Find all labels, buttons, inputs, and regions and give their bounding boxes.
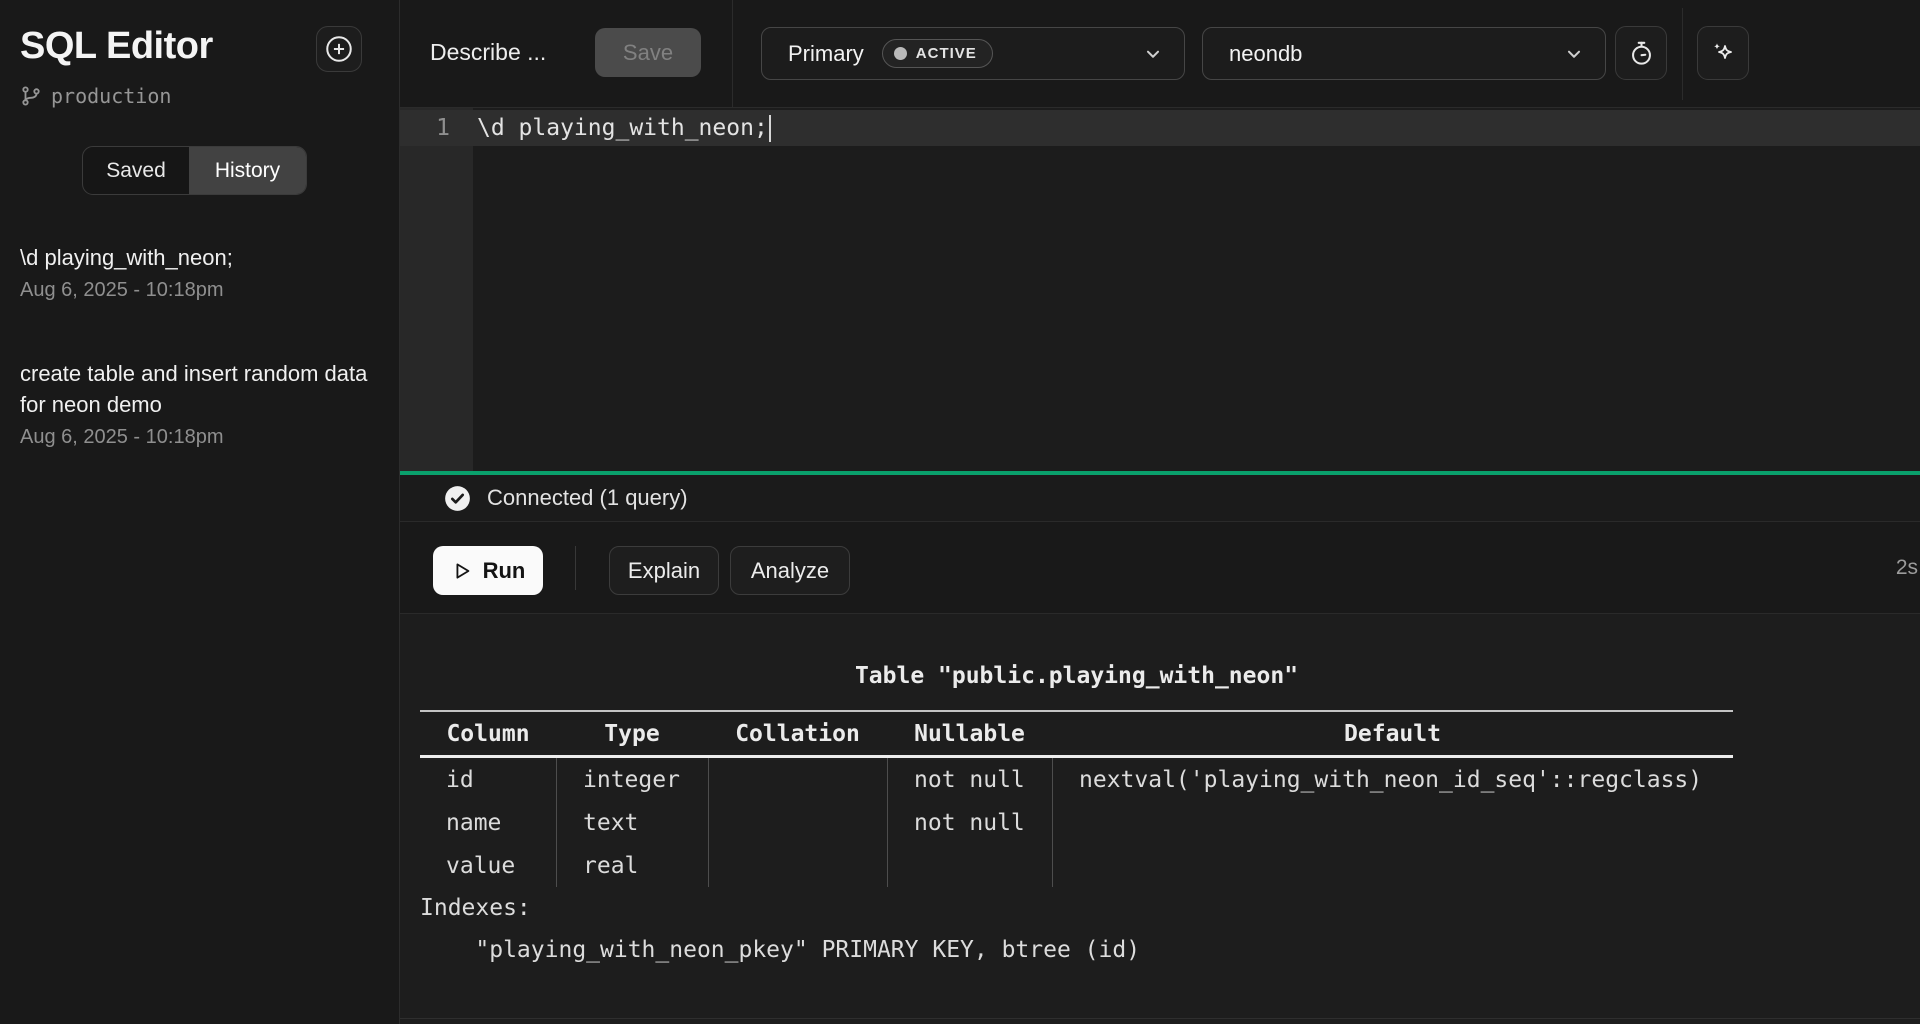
topbar-divider <box>1682 8 1683 100</box>
result-table-header: Column Type Collation Nullable Default <box>420 712 1733 755</box>
play-icon <box>451 560 473 582</box>
column-header: Collation <box>708 721 887 747</box>
history-item-title: create table and insert random data for … <box>20 358 379 420</box>
branch-selector-value: Primary <box>788 41 864 67</box>
table-cell: value <box>420 844 556 887</box>
branch-status-badge: ACTIVE <box>882 39 993 68</box>
new-query-button[interactable] <box>316 26 362 72</box>
history-list: \d playing_with_neon; Aug 6, 2025 - 10:1… <box>20 242 379 449</box>
table-cell <box>1052 844 1733 887</box>
query-toolbar: Run Explain Analyze 2s <box>400 522 1920 614</box>
page-title: SQL Editor <box>20 24 213 68</box>
query-tab-title: Describe ... <box>430 39 546 66</box>
sidebar: SQL Editor production Saved History \d p… <box>0 0 400 1024</box>
query-history-button[interactable] <box>1615 26 1667 80</box>
explain-button[interactable]: Explain <box>609 546 719 595</box>
table-cell: not null <box>887 801 1052 844</box>
line-number: 1 <box>400 115 473 141</box>
database-selector[interactable]: neondb <box>1202 27 1606 80</box>
code-line[interactable]: 1 \d playing_with_neon; <box>400 110 1920 146</box>
history-item-timestamp: Aug 6, 2025 - 10:18pm <box>20 426 379 449</box>
git-branch-icon <box>20 85 42 107</box>
save-button[interactable]: Save <box>595 28 701 77</box>
table-cell: real <box>556 844 708 887</box>
column-header: Nullable <box>887 721 1052 747</box>
code-text: \d playing_with_neon; <box>473 115 768 141</box>
chevron-down-icon <box>1142 43 1164 65</box>
column-header: Default <box>1052 721 1733 747</box>
table-cell: name <box>420 801 556 844</box>
connection-status-text: Connected (1 query) <box>487 485 688 511</box>
result-table-body: id integer not null nextval('playing_wit… <box>420 758 1733 887</box>
table-cell <box>708 758 887 801</box>
run-button[interactable]: Run <box>433 546 543 595</box>
topbar-divider <box>732 0 733 108</box>
query-duration: 2s <box>1896 556 1918 580</box>
sidebar-header: SQL Editor <box>20 24 379 72</box>
run-button-label: Run <box>483 558 526 584</box>
main-panel: Describe ... Save Primary ACTIVE neondb <box>400 0 1920 1024</box>
tab-history[interactable]: History <box>189 147 306 194</box>
column-header: Column <box>420 721 556 747</box>
analyze-button[interactable]: Analyze <box>730 546 850 595</box>
editor-topbar: Describe ... Save Primary ACTIVE neondb <box>400 0 1920 108</box>
history-item-title: \d playing_with_neon; <box>20 242 379 273</box>
table-cell: text <box>556 801 708 844</box>
chevron-down-icon <box>1563 43 1585 65</box>
tab-saved[interactable]: Saved <box>83 147 189 194</box>
line-number-gutter <box>400 108 473 471</box>
history-item-timestamp: Aug 6, 2025 - 10:18pm <box>20 279 379 302</box>
result-table-footer: Indexes: "playing_with_neon_pkey" PRIMAR… <box>420 887 1733 971</box>
query-results-panel: Table "public.playing_with_neon" Column … <box>400 614 1920 1024</box>
index-definition: "playing_with_neon_pkey" PRIMARY KEY, bt… <box>420 929 1733 971</box>
ai-assist-button[interactable] <box>1697 26 1749 80</box>
history-item[interactable]: create table and insert random data for … <box>20 358 379 449</box>
status-dot-icon <box>894 47 907 60</box>
table-cell <box>708 801 887 844</box>
current-branch: production <box>20 84 379 108</box>
toolbar-divider <box>575 546 576 590</box>
text-cursor <box>769 115 771 142</box>
table-cell <box>887 844 1052 887</box>
stopwatch-icon <box>1628 40 1655 67</box>
branch-name: production <box>51 84 171 108</box>
table-cell: not null <box>887 758 1052 801</box>
sql-code-editor[interactable]: 1 \d playing_with_neon; <box>400 108 1920 471</box>
table-cell <box>708 844 887 887</box>
check-circle-icon <box>444 485 471 512</box>
describe-table-output: Table "public.playing_with_neon" Column … <box>420 661 1733 971</box>
branch-selector[interactable]: Primary ACTIVE <box>761 27 1185 80</box>
plus-circle-icon <box>323 33 355 65</box>
database-selector-value: neondb <box>1229 41 1302 67</box>
table-cell: integer <box>556 758 708 801</box>
table-cell: id <box>420 758 556 801</box>
table-cell: nextval('playing_with_neon_id_seq'::regc… <box>1052 758 1733 801</box>
branch-status-label: ACTIVE <box>916 45 977 62</box>
result-table-title: Table "public.playing_with_neon" <box>420 661 1733 691</box>
saved-history-toggle: Saved History <box>82 146 307 195</box>
column-header: Type <box>556 721 708 747</box>
table-cell <box>1052 801 1733 844</box>
history-item[interactable]: \d playing_with_neon; Aug 6, 2025 - 10:1… <box>20 242 379 302</box>
indexes-label: Indexes: <box>420 887 1733 929</box>
sparkles-icon <box>1709 39 1737 67</box>
connection-status-bar: Connected (1 query) <box>400 475 1920 522</box>
